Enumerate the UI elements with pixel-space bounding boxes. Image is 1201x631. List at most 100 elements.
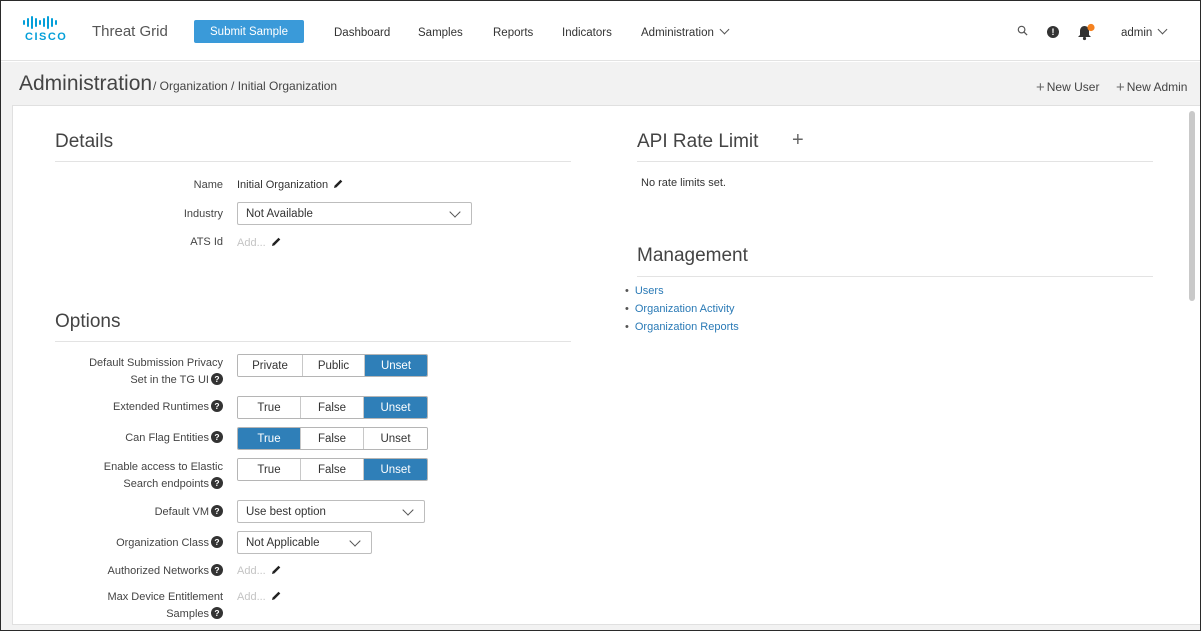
scrollbar[interactable] bbox=[1189, 111, 1195, 301]
vm-label: Default VM? bbox=[41, 504, 223, 521]
help-icon[interactable]: ? bbox=[211, 431, 223, 444]
elastic-option-false[interactable]: False bbox=[301, 459, 364, 480]
elastic-label: Enable access to Elastic Search endpoint… bbox=[41, 459, 223, 493]
ats-input[interactable]: Add... bbox=[237, 237, 282, 249]
elastic-label-line1: Enable access to Elastic bbox=[103, 461, 223, 473]
class-label-text: Organization Class bbox=[116, 537, 209, 549]
divider bbox=[637, 276, 1153, 277]
help-icon[interactable]: ? bbox=[211, 373, 223, 386]
user-name: admin bbox=[1121, 27, 1153, 39]
extended-option-true[interactable]: True bbox=[238, 397, 301, 418]
vm-select[interactable]: Use best option bbox=[237, 500, 425, 523]
link-organization-reports[interactable]: Organization Reports bbox=[625, 320, 739, 334]
nav-administration-label: Administration bbox=[641, 27, 714, 39]
api-title: API Rate Limit bbox=[637, 131, 759, 152]
nav-dashboard[interactable]: Dashboard bbox=[334, 27, 390, 39]
link-users[interactable]: Users bbox=[625, 284, 739, 298]
bell-icon[interactable] bbox=[1075, 23, 1097, 41]
link-organization-activity[interactable]: Organization Activity bbox=[625, 302, 739, 316]
flag-option-true[interactable]: True bbox=[238, 428, 301, 449]
privacy-label: Default Submission Privacy Set in the TG… bbox=[41, 355, 223, 389]
options-title: Options bbox=[55, 311, 121, 332]
max-label-line1: Max Device Entitlement bbox=[107, 591, 223, 603]
help-icon[interactable]: ? bbox=[211, 400, 223, 413]
max-placeholder: Add... bbox=[237, 591, 266, 603]
elastic-option-unset[interactable]: Unset bbox=[364, 459, 427, 480]
plus-icon: + bbox=[1036, 79, 1045, 96]
help-icon[interactable]: ? bbox=[211, 477, 223, 490]
help-icon[interactable]: ? bbox=[211, 564, 223, 577]
name-value[interactable]: Initial Organization bbox=[237, 179, 344, 191]
ats-label: ATS Id bbox=[190, 236, 223, 248]
flag-option-false[interactable]: False bbox=[301, 428, 364, 449]
industry-value: Not Available bbox=[246, 207, 313, 220]
pencil-icon[interactable] bbox=[270, 564, 282, 576]
class-select[interactable]: Not Applicable bbox=[237, 531, 372, 554]
management-links: Users Organization Activity Organization… bbox=[625, 284, 739, 338]
divider bbox=[55, 161, 571, 162]
privacy-option-unset[interactable]: Unset bbox=[365, 355, 427, 376]
max-input[interactable]: Add... bbox=[237, 591, 282, 603]
help-icon[interactable]: ! bbox=[1047, 26, 1059, 38]
breadcrumb[interactable]: / Organization / Initial Organization bbox=[153, 79, 337, 93]
nav-samples[interactable]: Samples bbox=[418, 27, 463, 39]
privacy-option-public[interactable]: Public bbox=[303, 355, 365, 376]
networks-input[interactable]: Add... bbox=[237, 565, 282, 577]
flag-toggle[interactable]: True False Unset bbox=[237, 427, 428, 450]
class-value: Not Applicable bbox=[246, 536, 320, 549]
search-icon[interactable] bbox=[1017, 25, 1028, 36]
chevron-down-icon bbox=[349, 535, 361, 547]
elastic-toggle[interactable]: True False Unset bbox=[237, 458, 428, 481]
app-title[interactable]: Threat Grid bbox=[92, 23, 168, 40]
pencil-icon[interactable] bbox=[270, 236, 282, 248]
max-label-line2: Samples? bbox=[41, 606, 223, 623]
industry-select[interactable]: Not Available bbox=[237, 202, 472, 225]
help-icon[interactable]: ? bbox=[211, 607, 223, 620]
management-title: Management bbox=[637, 245, 748, 266]
industry-label: Industry bbox=[183, 208, 223, 220]
privacy-toggle[interactable]: Private Public Unset bbox=[237, 354, 428, 377]
vm-label-text: Default VM bbox=[154, 506, 209, 518]
details-title: Details bbox=[55, 131, 114, 152]
max-label: Max Device Entitlement Samples? bbox=[41, 589, 223, 623]
elastic-option-true[interactable]: True bbox=[238, 459, 301, 480]
name-text: Initial Organization bbox=[237, 179, 329, 191]
nav-administration[interactable]: Administration bbox=[641, 24, 730, 39]
elastic-label-text: Search endpoints bbox=[123, 478, 209, 490]
vm-value: Use best option bbox=[246, 505, 326, 518]
pencil-icon[interactable] bbox=[270, 590, 282, 602]
new-admin-button[interactable]: + New Admin bbox=[1116, 78, 1188, 96]
divider bbox=[637, 161, 1153, 162]
chevron-down-icon bbox=[719, 24, 730, 35]
rate-limit-note: No rate limits set. bbox=[641, 177, 726, 189]
extended-option-unset[interactable]: Unset bbox=[364, 397, 427, 418]
privacy-label-line2: Set in the TG UI? bbox=[41, 372, 223, 389]
help-icon[interactable]: ? bbox=[211, 505, 223, 518]
extended-toggle[interactable]: True False Unset bbox=[237, 396, 428, 419]
cisco-logo[interactable]: CISCO bbox=[23, 15, 75, 49]
extended-option-false[interactable]: False bbox=[301, 397, 364, 418]
chevron-down-icon bbox=[1157, 24, 1168, 35]
breadcrumb-root[interactable]: Administration bbox=[19, 72, 152, 96]
chevron-down-icon bbox=[449, 206, 461, 218]
page-header: Administration / Organization / Initial … bbox=[1, 62, 1200, 104]
name-label: Name bbox=[193, 179, 223, 191]
extended-label: Extended Runtimes? bbox=[41, 399, 223, 416]
add-rate-limit-icon[interactable]: + bbox=[792, 129, 804, 152]
max-label-text: Samples bbox=[166, 608, 209, 620]
nav-indicators[interactable]: Indicators bbox=[562, 27, 612, 39]
new-user-button[interactable]: + New User bbox=[1036, 78, 1099, 96]
divider bbox=[55, 341, 571, 342]
user-menu[interactable]: admin bbox=[1121, 24, 1168, 39]
submit-sample-button[interactable]: Submit Sample bbox=[194, 20, 304, 43]
networks-placeholder: Add... bbox=[237, 565, 266, 577]
cisco-logo-bars bbox=[23, 15, 75, 29]
flag-label-text: Can Flag Entities bbox=[125, 432, 209, 444]
help-icon[interactable]: ? bbox=[211, 536, 223, 549]
privacy-option-private[interactable]: Private bbox=[238, 355, 303, 376]
nav-reports[interactable]: Reports bbox=[493, 27, 533, 39]
flag-option-unset[interactable]: Unset bbox=[364, 428, 427, 449]
logo-word: CISCO bbox=[25, 31, 68, 43]
pencil-icon[interactable] bbox=[332, 178, 344, 190]
new-admin-label: New Admin bbox=[1126, 80, 1188, 94]
